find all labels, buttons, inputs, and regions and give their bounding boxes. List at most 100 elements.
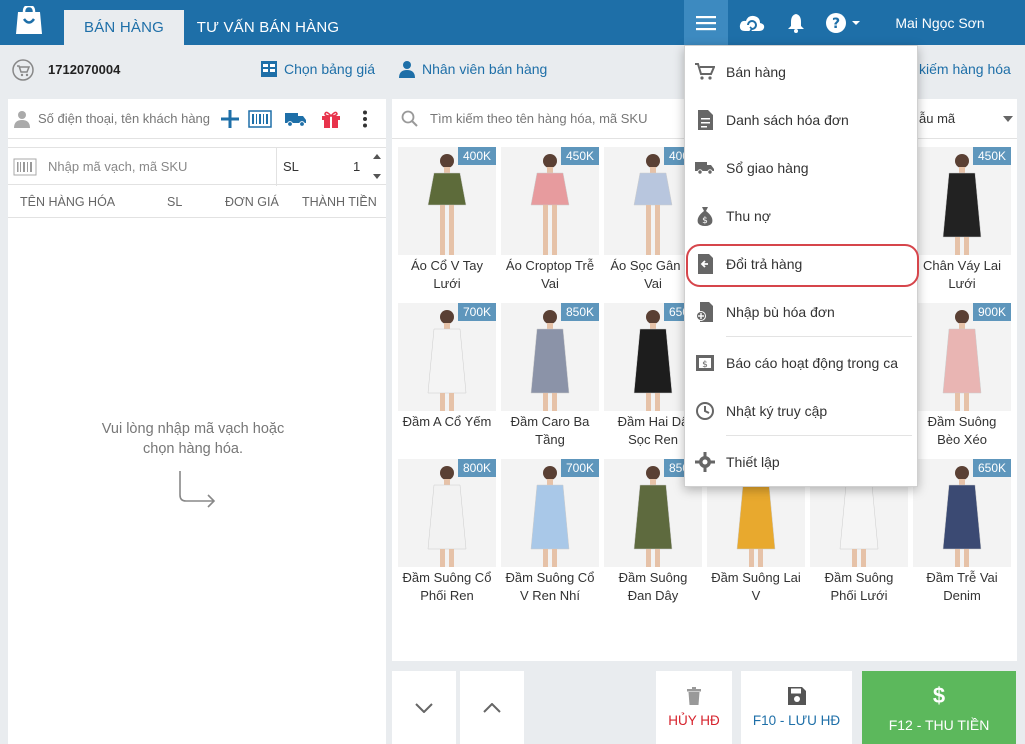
spin-up-icon[interactable] (373, 154, 381, 159)
product-name-line-2: Phối Ren (420, 588, 474, 603)
quantity-value[interactable]: 1 (353, 159, 360, 174)
product-card[interactable]: 900K Đầm Suông Bèo Xéo (913, 303, 1011, 453)
cloud-sync-button[interactable] (734, 0, 770, 45)
more-vertical-icon[interactable] (362, 110, 368, 128)
cancel-invoice-label: HỦY HĐ (668, 713, 720, 728)
barcode-row: Nhập mã vạch, mã SKU SL 1 (8, 147, 386, 186)
sales-staff-label: Nhân viên bán hàng (422, 61, 548, 77)
product-name-line-2: V Ren Nhí (520, 588, 580, 603)
money-bag-icon: $ (695, 206, 715, 226)
history-icon (695, 401, 715, 421)
dollar-icon: $ (932, 682, 946, 708)
product-card[interactable]: 850K Đầm Caro Ba Tầng (501, 303, 599, 453)
product-name-line-1: Áo Cổ V Tay (410, 258, 484, 273)
product-name-line-1: Đầm Caro Ba (510, 414, 590, 429)
menu-item-label: Thiết lập (726, 454, 780, 470)
barcode-input[interactable]: Nhập mã vạch, mã SKU (48, 159, 187, 174)
product-name-line-2: Bèo Xéo (937, 432, 987, 447)
menu-item-label: Nhập bù hóa đơn (726, 304, 835, 320)
pay-button[interactable]: $ F12 - THU TIỀN (862, 671, 1016, 744)
chevron-down-icon (415, 702, 433, 713)
empty-cart-message: Vui lòng nhập mã vạch hoặc chọn hàng hóa… (68, 419, 318, 459)
product-name-line-1: Đầm Suông (927, 414, 997, 429)
product-card[interactable]: 400K Áo Cổ V Tay Lưới (398, 147, 496, 297)
product-card[interactable]: 700K Đầm Suông Cổ V Ren Nhí (501, 459, 599, 609)
menu-button[interactable] (684, 0, 728, 45)
truck-icon (695, 158, 715, 178)
scroll-down-button[interactable] (392, 671, 456, 744)
add-customer-icon[interactable] (221, 110, 239, 128)
product-card[interactable]: 800K Đầm Suông Cổ Phối Ren (398, 459, 496, 609)
product-price-badge: 900K (973, 303, 1011, 321)
tab-ban-hang[interactable]: BÁN HÀNG (64, 10, 184, 45)
product-search-input[interactable]: Tìm kiếm theo tên hàng hóa, mã SKU (430, 111, 648, 126)
sales-staff-button[interactable]: Nhân viên bán hàng (398, 60, 547, 78)
menu-item[interactable]: $ Báo cáo hoạt động trong ca (685, 341, 919, 385)
col-header-qty: SL (167, 195, 183, 209)
product-name-line-2: Lưới (433, 276, 461, 291)
menu-item[interactable]: Thiết lập (685, 440, 919, 484)
quantity-stepper[interactable]: SL 1 (276, 148, 386, 186)
help-button[interactable]: ? (822, 0, 864, 45)
product-name-line-2: V (751, 588, 761, 603)
cart-circle-icon (12, 59, 34, 81)
svg-text:$: $ (702, 360, 708, 370)
menu-separator (726, 336, 912, 337)
product-name-line-1: Đầm Suông (618, 570, 688, 585)
product-price-badge: 650K (973, 459, 1011, 477)
product-name-line-1: Đầm Suông (824, 570, 894, 585)
scroll-up-button[interactable] (460, 671, 524, 744)
delivery-truck-icon[interactable] (285, 111, 307, 127)
tab-tu-van-ban-hang[interactable]: TƯ VẤN BÁN HÀNG (188, 10, 348, 45)
customer-card-icon[interactable] (248, 110, 272, 128)
product-price-badge: 700K (561, 459, 599, 477)
staff-icon (399, 61, 415, 78)
trash-icon (687, 687, 701, 705)
product-card[interactable]: 450K Chân Váy Lai Lưới (913, 147, 1011, 297)
top-bar: BÁN HÀNG TƯ VẤN BÁN HÀNG ? Mai Ngọc Sơn (0, 0, 1025, 45)
menu-item[interactable]: Sổ giao hàng (685, 146, 919, 190)
product-name-line-1: Áo Croptop Trễ (505, 258, 595, 273)
product-name: Đầm Suông Bèo Xéo (909, 413, 1015, 449)
save-invoice-button[interactable]: F10 - LƯU HĐ (741, 671, 852, 744)
menu-item[interactable]: Danh sách hóa đơn (685, 98, 919, 142)
product-card[interactable]: 700K Đầm A Cổ Yếm (398, 303, 496, 453)
product-name-line-2: Denim (943, 588, 981, 603)
product-card[interactable]: 450K Áo Croptop Trễ Vai (501, 147, 599, 297)
barcode-icon (13, 158, 37, 176)
col-header-name: TÊN HÀNG HÓA (20, 195, 116, 209)
product-name: Đầm A Cổ Yếm (394, 413, 500, 431)
product-card[interactable]: 650K Đầm Trễ Vai Denim (913, 459, 1011, 609)
price-list-label: Chọn bảng giá (284, 61, 376, 77)
search-products-link[interactable]: kiếm hàng hóa (919, 61, 1011, 77)
floppy-icon (787, 687, 806, 705)
customer-search-input[interactable]: Số điện thoại, tên khách hàng (38, 111, 210, 126)
menu-item[interactable]: Bán hàng (685, 50, 919, 94)
gift-icon[interactable] (321, 109, 341, 129)
notification-button[interactable] (782, 0, 810, 45)
hamburger-icon (696, 15, 716, 30)
sort-caret-icon[interactable] (1003, 116, 1013, 122)
product-name-line-2: Vai (541, 276, 559, 291)
svg-text:$: $ (702, 216, 708, 226)
user-name[interactable]: Mai Ngọc Sơn (880, 0, 1000, 45)
product-name: Chân Váy Lai Lưới (909, 257, 1015, 293)
menu-item[interactable]: $ Thu nợ (685, 194, 919, 238)
col-header-total: THÀNH TIỀN (302, 195, 377, 209)
user-icon (14, 111, 30, 128)
spin-down-icon[interactable] (373, 174, 381, 179)
cancel-invoice-button[interactable]: HỦY HĐ (656, 671, 732, 744)
product-name-line-1: Đầm A Cổ Yếm (402, 414, 492, 429)
menu-item[interactable]: Nhập bù hóa đơn (685, 290, 919, 334)
cart-panel: Số điện thoại, tên khách hàng Nhập mã vạ… (8, 99, 386, 744)
empty-cart-line-2: chọn hàng hóa. (143, 441, 243, 457)
menu-item-label: Bán hàng (726, 64, 786, 80)
svg-text:?: ? (832, 16, 840, 32)
price-list-button[interactable]: Chọn bảng giá (260, 60, 375, 78)
cart-icon (695, 62, 716, 82)
product-name: Đầm Suông Cổ V Ren Nhí (497, 569, 603, 605)
menu-item-label: Thu nợ (726, 208, 771, 224)
sort-select[interactable]: ẫu mã (919, 111, 955, 126)
chevron-up-icon (483, 702, 501, 713)
menu-item[interactable]: Nhật ký truy cập (685, 389, 919, 433)
